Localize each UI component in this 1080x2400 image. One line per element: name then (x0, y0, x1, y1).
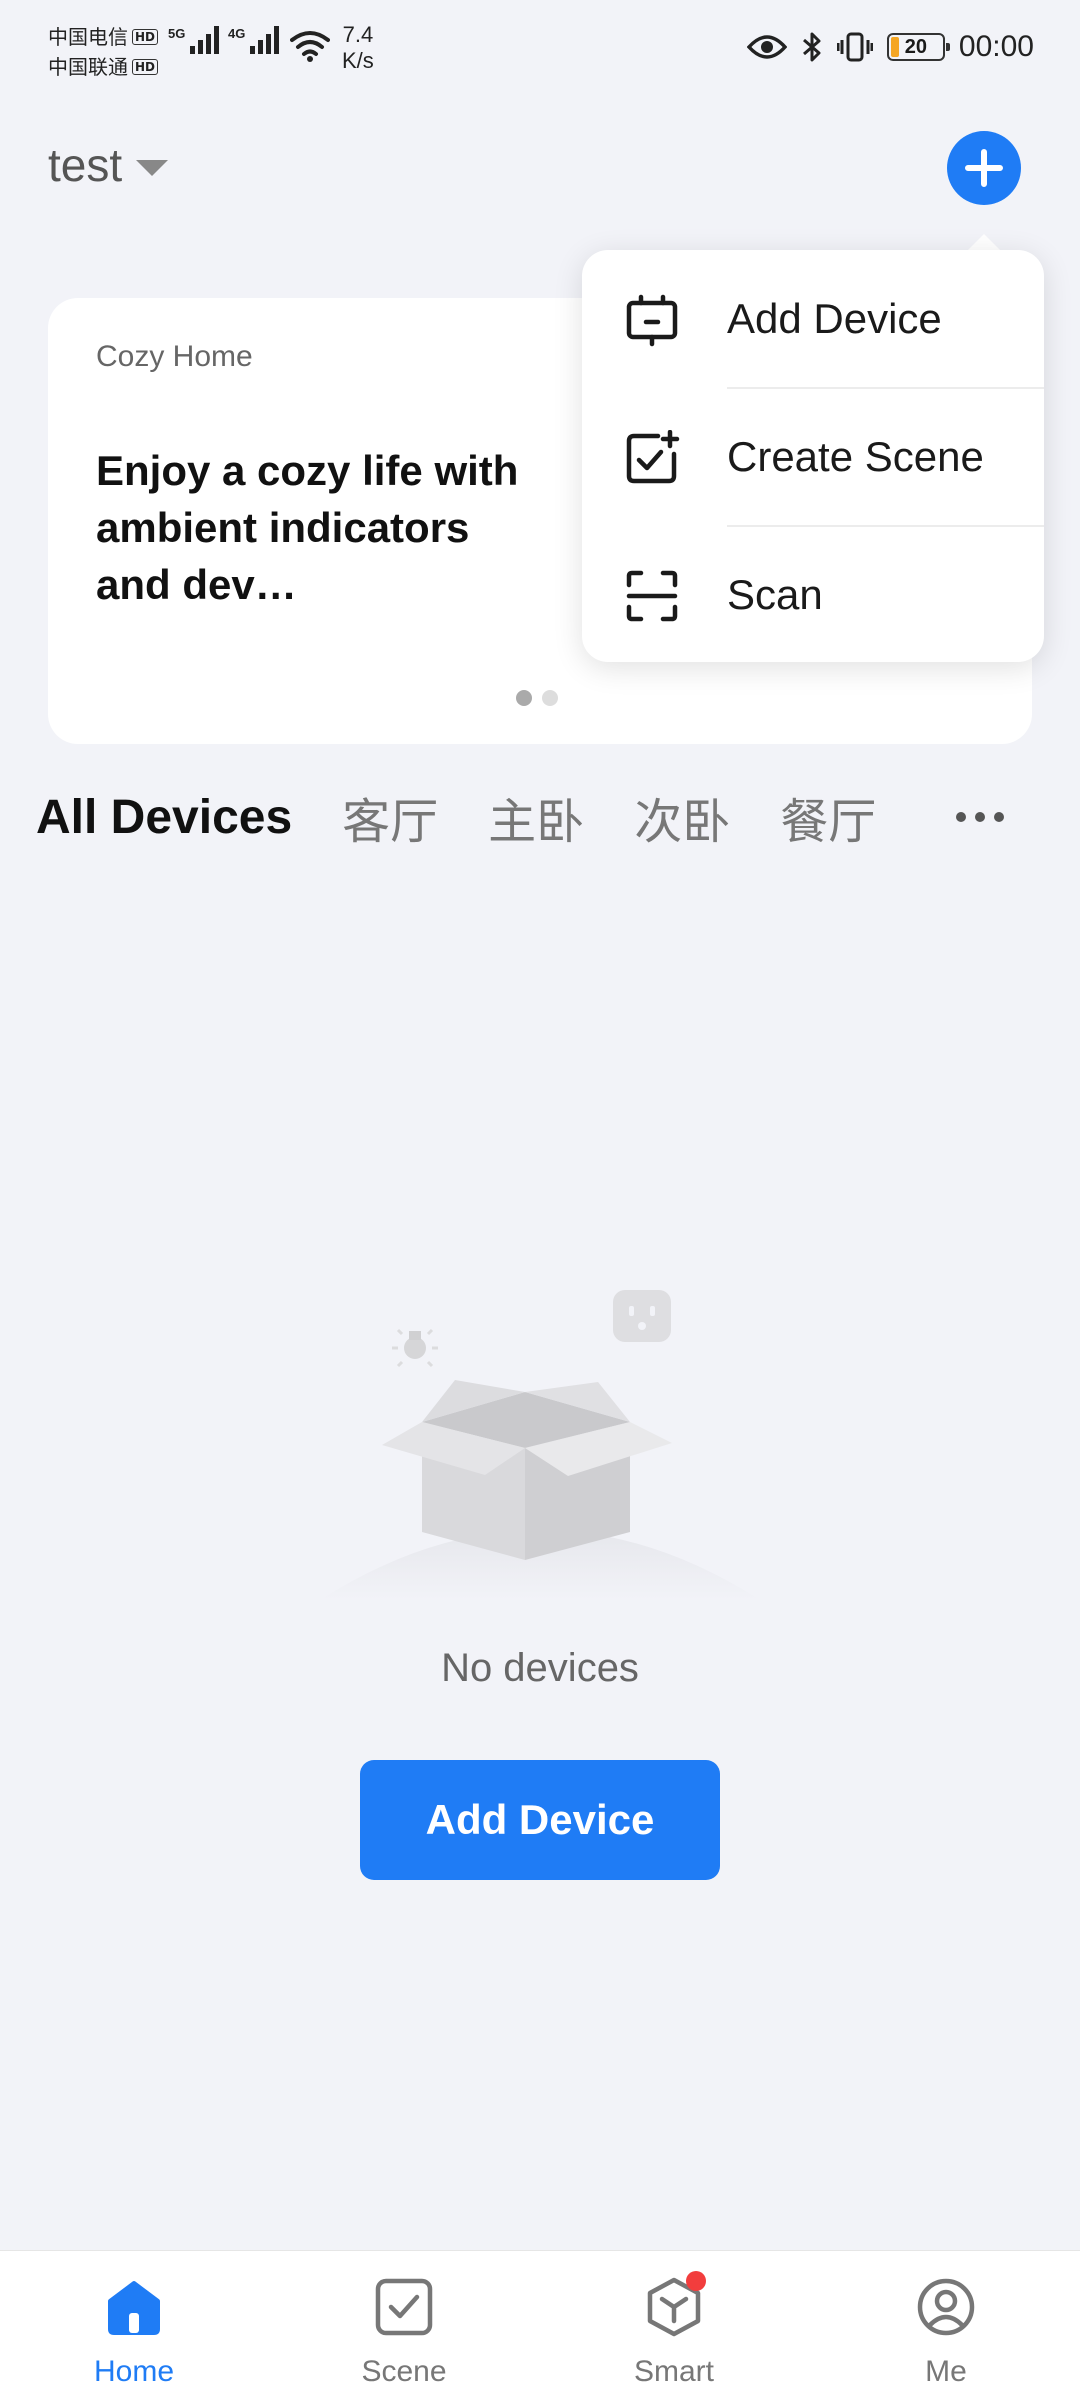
add-device-button[interactable]: Add Device (360, 1760, 720, 1880)
banner-pagination (516, 690, 558, 706)
create-scene-icon (626, 430, 680, 484)
status-bar: 中国电信 HD 中国联通 HD 5G 4G 7.4 K/s 20 00:00 (0, 0, 1080, 96)
hd-badge: HD (132, 59, 159, 75)
battery-icon: 20 (886, 33, 950, 61)
battery-level: 20 (904, 35, 928, 58)
nav-label: Scene (361, 2355, 447, 2388)
eye-icon (746, 35, 787, 59)
more-tabs-icon[interactable] (956, 812, 1004, 822)
nav-label: Home (93, 2355, 175, 2388)
plus-icon (965, 149, 1003, 187)
add-device-icon (626, 294, 678, 347)
socket-icon (613, 1290, 671, 1342)
tab-living-room[interactable]: 客厅 (342, 782, 438, 852)
bluetooth-icon (802, 32, 821, 62)
empty-box-illustration (320, 1290, 760, 1600)
network-type-1: 5G (168, 26, 186, 41)
nav-item-home[interactable]: Home (34, 2275, 234, 2389)
nav-item-scene[interactable]: Scene (304, 2275, 504, 2389)
carrier-2: 中国联通 (48, 55, 128, 79)
network-type-2: 4G (228, 26, 246, 41)
nav-item-me[interactable]: Me (846, 2275, 1046, 2389)
banner-headline: Enjoy a cozy life with ambient indicator… (96, 447, 519, 608)
scan-icon (626, 570, 678, 622)
pagination-dot-active (516, 690, 532, 706)
add-button[interactable] (947, 131, 1021, 205)
box-icon (382, 1380, 672, 1560)
hd-badge: HD (132, 29, 159, 45)
caret-down-icon (136, 160, 169, 176)
tab-all-devices[interactable]: All Devices (36, 790, 292, 845)
menu-item-scan[interactable]: Scan (582, 526, 1044, 663)
signal-icon: 4G (228, 26, 280, 54)
carrier-1: 中国电信 (48, 25, 128, 49)
vibrate-icon (836, 32, 873, 62)
menu-item-label: Scan (727, 570, 823, 618)
speed-unit: K/s (342, 48, 374, 73)
add-menu-popup: Add Device Create Scene Scan (582, 250, 1044, 662)
empty-state-message: No devices (441, 1646, 639, 1690)
tab-second-bedroom[interactable]: 次卧 (634, 782, 730, 852)
pagination-dot (542, 690, 558, 706)
notification-badge (686, 2271, 706, 2291)
menu-item-add-device[interactable]: Add Device (582, 250, 1044, 387)
speed-value: 7.4 (342, 22, 374, 47)
home-selector[interactable]: test (48, 138, 169, 192)
home-icon (108, 2281, 160, 2335)
network-speed: 7.4 K/s (342, 22, 374, 74)
scene-icon (375, 2278, 433, 2336)
nav-label: Smart (633, 2355, 714, 2388)
nav-label: Me (925, 2355, 967, 2388)
menu-item-label: Add Device (727, 294, 942, 342)
bulb-icon (392, 1328, 438, 1368)
menu-item-create-scene[interactable]: Create Scene (582, 388, 1044, 525)
room-tabs: All Devices 客厅 主卧 次卧 餐厅 (36, 782, 1046, 852)
nav-item-smart[interactable]: Smart (574, 2271, 774, 2389)
tab-dining-room[interactable]: 餐厅 (780, 782, 876, 852)
status-indicators: 20 00:00 (746, 30, 1034, 64)
tab-master-bedroom[interactable]: 主卧 (488, 782, 584, 852)
clock: 00:00 (958, 30, 1034, 63)
carrier-info: 中国电信 HD 中国联通 HD (48, 22, 159, 82)
home-name: test (48, 139, 123, 191)
menu-item-label: Create Scene (727, 432, 984, 480)
banner-kicker: Cozy Home (96, 340, 253, 373)
wifi-icon (290, 31, 330, 62)
smart-icon-wrapper (642, 2271, 706, 2339)
signal-icon: 5G (168, 26, 220, 54)
bottom-navigation: Home Scene Smart Me (0, 2250, 1080, 2400)
profile-icon (917, 2278, 975, 2336)
